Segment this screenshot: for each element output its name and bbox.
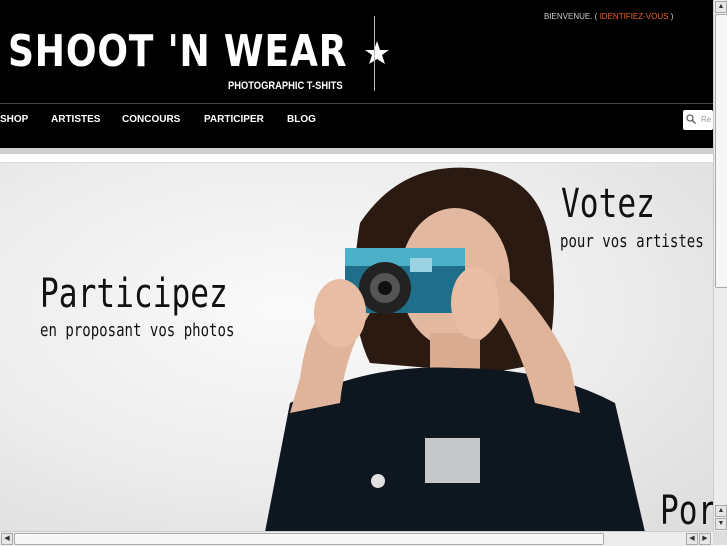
welcome-prefix: BIENVENUE. ( [544,12,598,21]
scroll-up-button[interactable]: ▲ [715,1,727,13]
login-link[interactable]: IDENTIFIEZ-VOUS [600,12,669,21]
nav-item-blog[interactable]: BLOG [287,114,316,125]
nav-item-artistes[interactable]: ARTISTES [51,114,100,125]
logo-divider [374,16,375,91]
scrollbar-corner [713,531,727,545]
horizontal-scroll-thumb[interactable] [14,533,604,545]
nav-item-concours[interactable]: CONCOURS [122,114,180,125]
bottom-title: Por [660,488,713,532]
site-tagline: PHOTOGRAPHIC T-SHITS [228,80,343,92]
participez-title: Participez [40,271,228,317]
scroll-left-lower-button[interactable]: ◀ [686,533,698,545]
participez-subtitle: en proposant vos photos [40,320,235,341]
search-placeholder: Re [701,115,712,124]
vertical-scrollbar[interactable]: ▲ ▲ ▼ [713,0,727,531]
site-header: SHOOT 'N WEAR PHOTOGRAPHIC T-SHITS BIENV… [0,0,713,103]
main-nav: SHOP ARTISTES CONCOURS PARTICIPER BLOG [0,103,713,148]
nav-item-participer[interactable]: PARTICIPER [204,114,264,125]
votez-title: Votez [561,181,655,227]
scroll-left-button[interactable]: ◀ [1,533,13,545]
search-icon [686,114,696,124]
vertical-scroll-thumb[interactable] [715,14,727,288]
horizontal-scrollbar[interactable]: ◀ ◀ ▶ [0,531,713,546]
star-icon [365,41,389,64]
search-input[interactable]: Re [683,110,713,130]
welcome-suffix: ) [670,12,674,21]
site-logo[interactable]: SHOOT 'N WEAR [8,26,347,78]
hero-banner[interactable]: Participez en proposant vos photos Votez… [0,162,713,532]
scroll-up-lower-button[interactable]: ▲ [715,505,727,517]
header-divider [0,148,713,154]
scroll-down-button[interactable]: ▼ [715,518,727,530]
votez-subtitle: pour vos artistes [560,231,704,252]
nav-item-shop[interactable]: SHOP [0,114,28,125]
welcome-message: BIENVENUE. ( IDENTIFIEZ-VOUS ) [544,12,673,21]
scroll-right-button[interactable]: ▶ [699,533,711,545]
